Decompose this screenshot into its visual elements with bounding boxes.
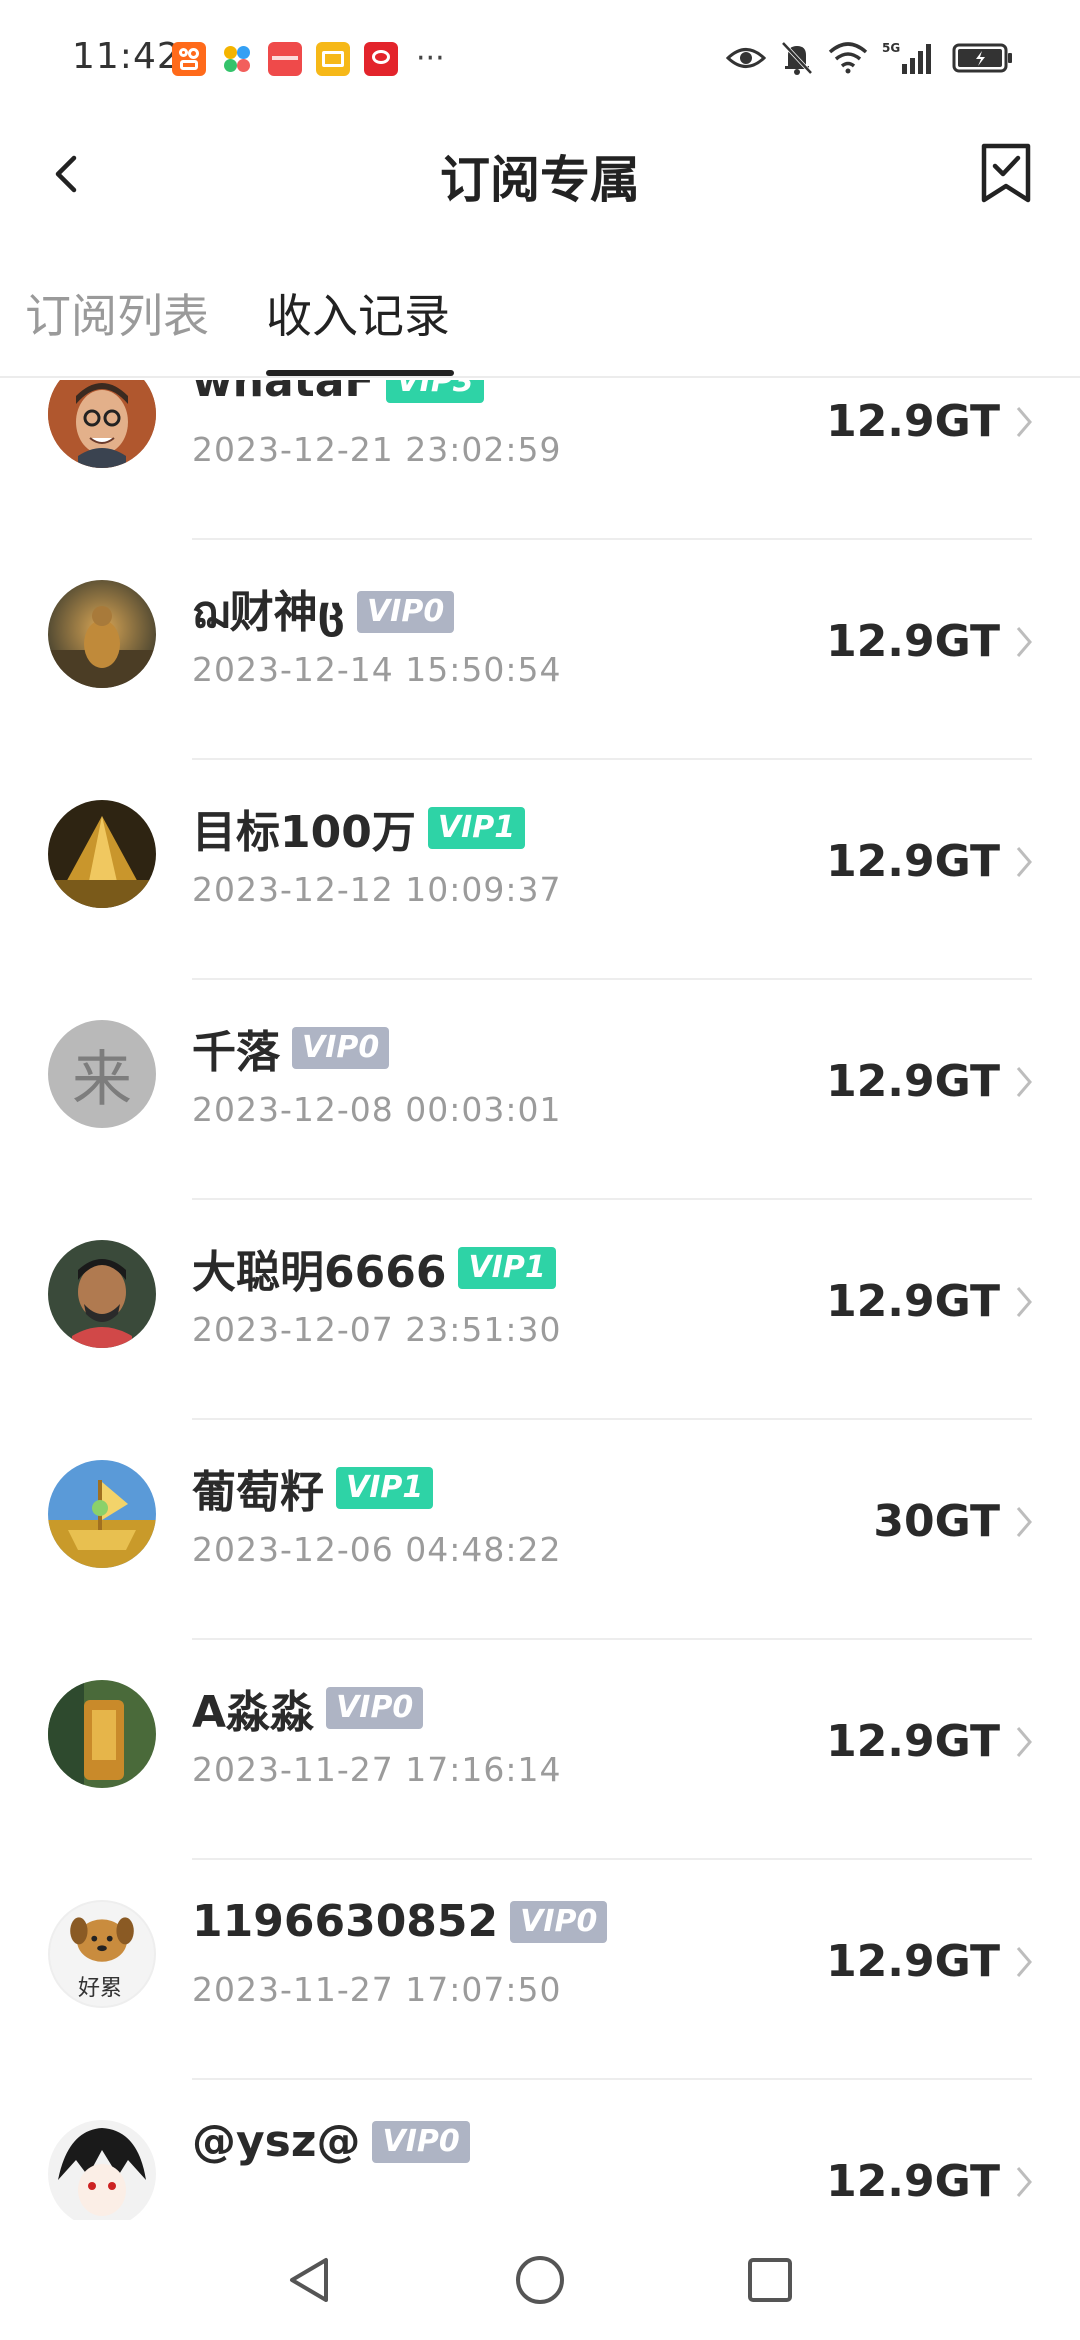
record-amount: 12.9GT: [826, 616, 1000, 667]
record-date: 2023-11-27 17:16:14: [192, 1750, 562, 1789]
record-row[interactable]: 好累 1196630852 VIP0 2023-11-27 17:07:50 1…: [0, 1860, 1080, 2080]
nav-recents-icon[interactable]: [742, 2252, 798, 2308]
user-name: 大聪明6666: [192, 1247, 447, 1298]
record-amount: 30GT: [873, 1496, 1000, 1547]
mail-icon: [316, 42, 350, 76]
record-row[interactable]: 目标100万 VIP1 2023-12-12 10:09:37 12.9GT: [0, 760, 1080, 980]
tab-income-records[interactable]: 收入记录: [266, 280, 450, 346]
income-record-list: whataF VIP3 2023-12-21 23:02:59 12.9GT ฌ…: [0, 380, 1080, 2220]
avatar-glyph: 来: [72, 1044, 132, 1115]
avatar: 来: [48, 1020, 156, 1128]
record-row[interactable]: @ysz@ VIP0 12.9GT: [0, 2080, 1080, 2220]
record-row[interactable]: A淼淼 VIP0 2023-11-27 17:16:14 12.9GT: [0, 1640, 1080, 1860]
record-amount: 12.9GT: [826, 396, 1000, 447]
weibo-icon: [364, 42, 398, 76]
record-amount: 12.9GT: [826, 1056, 1000, 1107]
notification-icons: ···: [172, 42, 445, 76]
chevron-right-icon: [1016, 407, 1032, 437]
system-navigation-bar: [0, 2220, 1080, 2340]
user-name: 1196630852: [192, 1896, 499, 1947]
record-date: 2023-11-27 17:07:50: [192, 1970, 562, 2009]
record-row[interactable]: ฌ财神ც VIP0 2023-12-14 15:50:54 12.9GT: [0, 540, 1080, 760]
avatar-caption: 好累: [78, 1976, 123, 2001]
avatar: [48, 800, 156, 908]
more-notifications-icon: ···: [416, 41, 445, 76]
battery-icon: [952, 43, 1012, 73]
vip-badge: VIP1: [336, 1467, 434, 1509]
record-amount: 12.9GT: [826, 1276, 1000, 1327]
chevron-right-icon: [1016, 1287, 1032, 1317]
chevron-right-icon: [1016, 1727, 1032, 1757]
user-name: A淼淼: [192, 1687, 315, 1738]
vip-badge: VIP0: [326, 1687, 424, 1729]
vip-badge: VIP1: [458, 1247, 556, 1289]
app-root: 11:42 ··· 5G 订阅专属 订阅列表 收入记录 whataF VIP3 …: [0, 0, 1080, 2340]
user-name: @ysz@: [192, 2116, 361, 2167]
nav-home-icon[interactable]: [512, 2252, 568, 2308]
wifi-icon: [828, 42, 868, 74]
record-row[interactable]: whataF VIP3 2023-12-21 23:02:59 12.9GT: [0, 380, 1080, 540]
bookmark-icon[interactable]: [976, 142, 1036, 206]
chevron-right-icon: [1016, 847, 1032, 877]
kuaishou-icon: [172, 42, 206, 76]
tab-subscription-list[interactable]: 订阅列表: [25, 280, 209, 346]
vip-badge: VIP0: [356, 590, 455, 633]
avatar: [48, 1240, 156, 1348]
chevron-right-icon: [1016, 1067, 1032, 1097]
top-app-bar: 订阅专属: [0, 120, 1080, 230]
record-date: 2023-12-14 15:50:54: [192, 650, 562, 689]
vip-badge: VIP0: [292, 1027, 390, 1069]
record-row[interactable]: 葡萄籽 VIP1 2023-12-06 04:48:22 30GT: [0, 1420, 1080, 1640]
avatar: [48, 1460, 156, 1568]
eye-icon: [726, 48, 766, 68]
active-tab-indicator: [266, 370, 454, 376]
user-name: 葡萄籽: [192, 1467, 324, 1518]
avatar: 好累: [48, 1900, 156, 2008]
avatar: [48, 2120, 156, 2220]
avatar: [48, 1680, 156, 1788]
vip-badge: VIP0: [510, 1900, 608, 1943]
record-date: 2023-12-21 23:02:59: [192, 430, 562, 469]
user-name: 千落: [192, 1027, 280, 1078]
tab-bar: 订阅列表 收入记录: [0, 260, 1080, 378]
user-name: ฌ财神ც: [192, 587, 345, 638]
signal-5g-icon: 5G: [882, 41, 931, 74]
avatar: [48, 380, 156, 468]
avatar: [48, 580, 156, 688]
nav-back-icon[interactable]: [282, 2252, 338, 2308]
user-name: 目标100万: [192, 807, 416, 858]
chevron-right-icon: [1016, 627, 1032, 657]
record-row[interactable]: 来 千落 VIP0 2023-12-08 00:03:01 12.9GT: [0, 980, 1080, 1200]
page-title: 订阅专属: [440, 151, 640, 209]
vip-badge: VIP3: [386, 380, 484, 403]
vip-badge: VIP1: [427, 807, 526, 849]
chevron-right-icon: [1016, 2167, 1032, 2197]
svg-text:5G: 5G: [882, 41, 900, 55]
record-date: 2023-12-12 10:09:37: [192, 870, 562, 909]
record-date: 2023-12-08 00:03:01: [192, 1090, 562, 1129]
status-time: 11:42: [72, 36, 181, 77]
record-date: 2023-12-07 23:51:30: [192, 1310, 562, 1349]
system-icons: 5G: [726, 40, 1014, 76]
mute-bell-icon: [781, 41, 813, 75]
record-amount: 12.9GT: [826, 1716, 1000, 1767]
photos-icon: [220, 42, 254, 76]
record-amount: 12.9GT: [826, 836, 1000, 887]
record-amount: 12.9GT: [826, 1936, 1000, 1987]
vip-badge: VIP0: [372, 2120, 470, 2163]
record-amount: 12.9GT: [826, 2156, 1000, 2207]
record-row[interactable]: 大聪明6666 VIP1 2023-12-07 23:51:30 12.9GT: [0, 1200, 1080, 1420]
record-date: 2023-12-06 04:48:22: [192, 1530, 562, 1569]
chevron-right-icon: [1016, 1947, 1032, 1977]
user-name: whataF: [192, 380, 375, 407]
chevron-right-icon: [1016, 1507, 1032, 1537]
huawei-icon: [268, 42, 302, 76]
status-bar: 11:42 ··· 5G: [0, 0, 1080, 120]
